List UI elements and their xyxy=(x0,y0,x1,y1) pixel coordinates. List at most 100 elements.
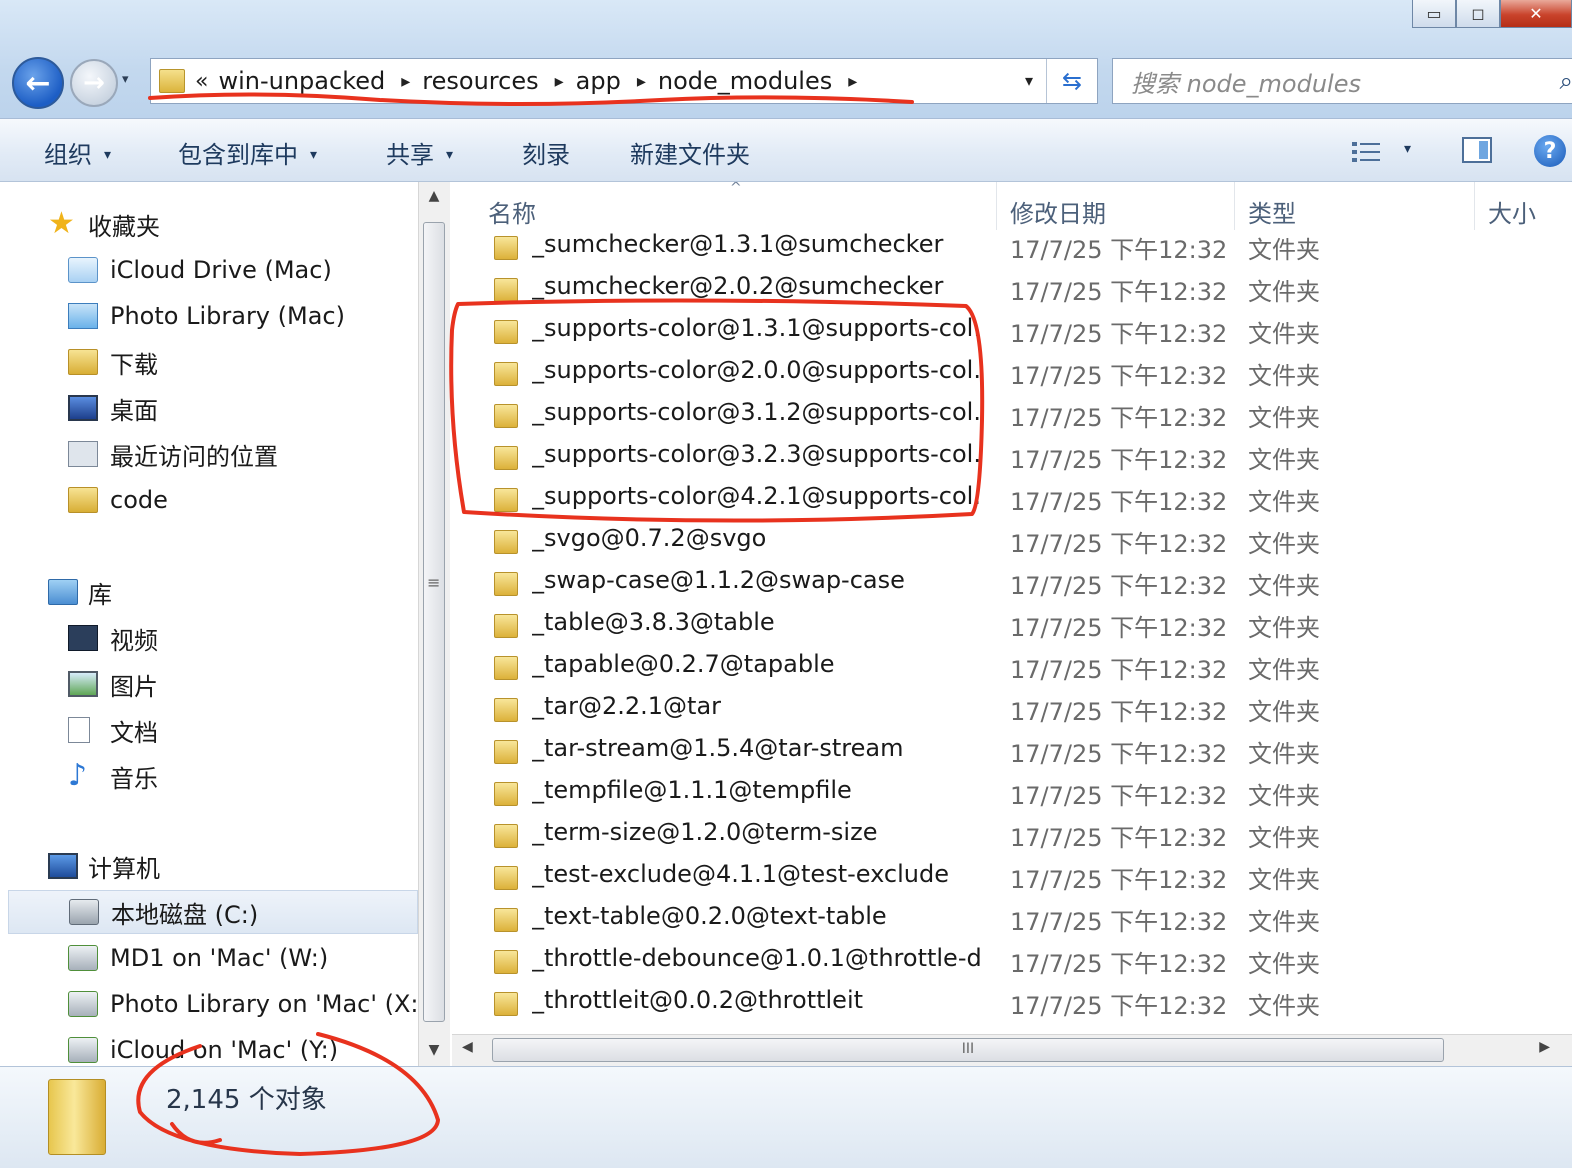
column-divider[interactable] xyxy=(996,182,997,230)
view-options-icon[interactable] xyxy=(1350,139,1384,165)
table-row[interactable]: _swap-case@1.1.2@swap-case 17/7/25 下午12:3… xyxy=(452,562,1572,604)
maximize-button[interactable]: ◻ xyxy=(1456,0,1500,28)
new-folder-button[interactable]: 新建文件夹 xyxy=(630,135,750,170)
file-modified-date: 17/7/25 下午12:32 xyxy=(1010,782,1228,810)
table-row[interactable]: _supports-color@1.3.1@supports-col... 17/… xyxy=(452,310,1572,352)
scroll-left-icon[interactable]: ◀ xyxy=(462,1039,473,1055)
sidebar-item-downloads[interactable]: 下载 xyxy=(8,340,418,384)
table-row[interactable]: _svgo@0.7.2@svgo 17/7/25 下午12:32 文件夹 xyxy=(452,520,1572,562)
sidebar-item-documents[interactable]: 文档 xyxy=(8,708,418,752)
file-modified-date: 17/7/25 下午12:32 xyxy=(1010,572,1228,600)
column-divider[interactable] xyxy=(1234,182,1235,230)
organize-button[interactable]: 组织 ▾ xyxy=(44,135,111,170)
table-row[interactable]: _test-exclude@4.1.1@test-exclude 17/7/25 … xyxy=(452,856,1572,898)
back-arrow-icon: ← xyxy=(25,65,51,101)
sidebar-item-code[interactable]: code xyxy=(8,478,418,522)
breadcrumb-node-modules[interactable]: node_modules xyxy=(658,67,832,95)
sidebar-group-label: 收藏夹 xyxy=(88,212,160,241)
sidebar-scrollbar[interactable]: ▲ ▼ xyxy=(418,182,450,1066)
file-name: _throttleit@0.0.2@throttleit xyxy=(532,986,864,1014)
sidebar-item-videos[interactable]: 视频 xyxy=(8,616,418,660)
sidebar-item-icloud-y[interactable]: iCloud on 'Mac' (Y:) xyxy=(8,1028,418,1066)
folder-icon xyxy=(494,362,518,386)
sidebar-item-icloud-drive[interactable]: iCloud Drive (Mac) xyxy=(8,248,418,292)
sidebar-item-photo-library[interactable]: Photo Library (Mac) xyxy=(8,294,418,338)
sidebar-item-pictures[interactable]: 图片 xyxy=(8,662,418,706)
scroll-down-icon[interactable]: ▼ xyxy=(419,1042,449,1058)
share-button[interactable]: 共享 ▾ xyxy=(386,135,453,170)
search-input[interactable]: 搜索 node_modules ⌕ xyxy=(1112,58,1572,104)
address-overflow-button[interactable]: « xyxy=(195,69,208,94)
table-row[interactable]: _supports-color@3.2.3@supports-col... 17/… xyxy=(452,436,1572,478)
file-name: _throttle-debounce@1.0.1@throttle-d... xyxy=(532,944,982,972)
video-icon xyxy=(68,625,98,651)
desktop-icon xyxy=(68,395,98,421)
search-icon[interactable]: ⌕ xyxy=(1560,67,1572,95)
chevron-right-icon[interactable]: ▸ xyxy=(637,71,646,92)
sidebar-item-label: iCloud on 'Mac' (Y:) xyxy=(110,1036,339,1064)
back-button[interactable]: ← xyxy=(12,57,64,109)
column-header-type[interactable]: 类型 xyxy=(1248,194,1296,229)
sidebar-item-label: MD1 on 'Mac' (W:) xyxy=(110,944,329,972)
sidebar-item-md1-w[interactable]: MD1 on 'Mac' (W:) xyxy=(8,936,418,980)
breadcrumb-resources[interactable]: resources xyxy=(422,67,538,95)
minimize-button[interactable]: ▭ xyxy=(1412,0,1456,28)
table-row[interactable]: _throttleit@0.0.2@throttleit 17/7/25 下午12… xyxy=(452,982,1572,1024)
address-history-dropdown[interactable]: ▾ xyxy=(1025,71,1033,90)
computer-icon xyxy=(48,853,78,879)
breadcrumb-app[interactable]: app xyxy=(576,67,621,95)
column-header-size[interactable]: 大小 xyxy=(1488,194,1536,229)
sidebar-item-local-disk-c[interactable]: 本地磁盘 (C:) xyxy=(8,890,418,934)
recent-pages-dropdown[interactable]: ▾ xyxy=(122,72,142,92)
preview-pane-icon[interactable] xyxy=(1462,137,1492,163)
scroll-up-icon[interactable]: ▲ xyxy=(419,188,449,204)
column-header-name[interactable]: 名称 xyxy=(488,194,536,229)
help-button[interactable]: ? xyxy=(1534,135,1566,167)
chevron-right-icon[interactable]: ▸ xyxy=(555,71,564,92)
table-row[interactable]: _supports-color@3.1.2@supports-col... 17/… xyxy=(452,394,1572,436)
sidebar-item-music[interactable]: ♪ 音乐 xyxy=(8,754,418,798)
include-in-library-button[interactable]: 包含到库中 ▾ xyxy=(178,135,317,170)
horizontal-scrollbar[interactable]: ◀ III ▶ xyxy=(452,1034,1572,1066)
chevron-right-icon[interactable]: ▸ xyxy=(401,71,410,92)
table-row[interactable]: _sumchecker@2.0.2@sumchecker 17/7/25 下午12… xyxy=(452,268,1572,310)
table-row[interactable]: _supports-color@2.0.0@supports-col... 17/… xyxy=(452,352,1572,394)
sidebar-group-favorites[interactable]: ★ 收藏夹 xyxy=(8,202,418,246)
column-divider[interactable] xyxy=(1474,182,1475,230)
table-row[interactable]: _tar@2.2.1@tar 17/7/25 下午12:32 文件夹 xyxy=(452,688,1572,730)
cloud-icon xyxy=(68,257,98,283)
folder-icon xyxy=(494,782,518,806)
sidebar-item-desktop[interactable]: 桌面 xyxy=(8,386,418,430)
table-row[interactable]: _tar-stream@1.5.4@tar-stream 17/7/25 下午12… xyxy=(452,730,1572,772)
sidebar-item-photo-library-x[interactable]: Photo Library on 'Mac' (X:) xyxy=(8,982,418,1026)
table-row[interactable]: _supports-color@4.2.1@supports-col... 17/… xyxy=(452,478,1572,520)
file-type: 文件夹 xyxy=(1248,908,1320,936)
forward-button[interactable]: → xyxy=(70,59,118,107)
table-row[interactable]: _text-table@0.2.0@text-table 17/7/25 下午12… xyxy=(452,898,1572,940)
sidebar-group-libraries[interactable]: 库 xyxy=(8,570,418,614)
folder-icon xyxy=(68,349,98,375)
scrollbar-thumb[interactable]: III xyxy=(492,1038,1444,1062)
file-name: _tar-stream@1.5.4@tar-stream xyxy=(532,734,904,762)
sidebar-item-recent-places[interactable]: 最近访问的位置 xyxy=(8,432,418,476)
chevron-down-icon: ▾ xyxy=(310,147,318,163)
address-bar[interactable]: « win-unpacked ▸ resources ▸ app ▸ node_… xyxy=(150,58,1098,104)
table-row[interactable]: _tapable@0.2.7@tapable 17/7/25 下午12:32 文件夹 xyxy=(452,646,1572,688)
table-row[interactable]: _term-size@1.2.0@term-size 17/7/25 下午12:3… xyxy=(452,814,1572,856)
column-header-modified[interactable]: 修改日期 xyxy=(1010,194,1106,229)
scrollbar-thumb[interactable] xyxy=(423,222,445,1022)
close-button[interactable]: ✕ xyxy=(1500,0,1572,28)
table-row[interactable]: _table@3.8.3@table 17/7/25 下午12:32 文件夹 xyxy=(452,604,1572,646)
folder-icon xyxy=(494,740,518,764)
breadcrumb-win-unpacked[interactable]: win-unpacked xyxy=(218,67,385,95)
table-row[interactable]: _tempfile@1.1.1@tempfile 17/7/25 下午12:32 文… xyxy=(452,772,1572,814)
table-row[interactable]: _sumchecker@1.3.1@sumchecker 17/7/25 下午12… xyxy=(452,226,1572,268)
scroll-right-icon[interactable]: ▶ xyxy=(1539,1039,1550,1055)
burn-button[interactable]: 刻录 xyxy=(522,135,570,170)
view-dropdown[interactable]: ▾ xyxy=(1404,141,1411,157)
table-row[interactable]: _throttle-debounce@1.0.1@throttle-d... 17… xyxy=(452,940,1572,982)
chevron-right-icon[interactable]: ▸ xyxy=(848,71,857,92)
file-name: _term-size@1.2.0@term-size xyxy=(532,818,878,846)
refresh-button[interactable]: ⇆ xyxy=(1046,59,1097,103)
sidebar-group-computer[interactable]: 计算机 xyxy=(8,844,418,888)
